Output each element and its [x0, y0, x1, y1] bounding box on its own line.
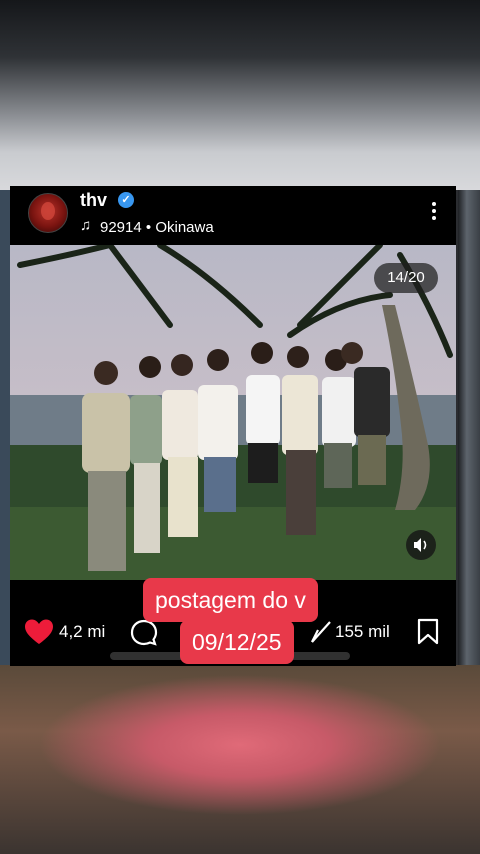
post-header: thv ✓ ♫ 92914 • Okinawa: [10, 186, 456, 244]
adjacent-post-edge-left: [0, 190, 10, 665]
subtitle-separator: •: [141, 219, 156, 236]
post-location: Okinawa: [155, 219, 214, 236]
carousel-counter: 14/20: [374, 263, 438, 293]
post-subtitle[interactable]: 92914 • Okinawa: [100, 219, 214, 236]
verified-badge-icon: ✓: [118, 192, 134, 208]
music-note-icon: ♫: [80, 217, 92, 234]
share-count[interactable]: 155 mil: [335, 622, 390, 642]
like-count[interactable]: 4,2 mi: [59, 622, 105, 642]
speaker-icon[interactable]: [406, 530, 436, 560]
heart-icon[interactable]: [24, 618, 54, 646]
blurred-background-bottom: [0, 665, 480, 854]
music-count: 92914: [100, 219, 142, 236]
overlay-caption-line1: postagem do v: [143, 578, 318, 622]
more-vertical-icon[interactable]: [432, 202, 436, 223]
comment-icon[interactable]: [130, 619, 158, 647]
group-photo-image: [10, 245, 456, 580]
post-photo[interactable]: 14/20: [10, 245, 456, 580]
bookmark-icon[interactable]: [416, 618, 440, 646]
avatar[interactable]: [28, 193, 68, 233]
adjacent-post-edge-right: [458, 190, 480, 665]
blurred-background-top: [0, 0, 480, 190]
post-username[interactable]: thv: [80, 190, 107, 211]
share-icon[interactable]: [310, 620, 332, 644]
overlay-caption-line2: 09/12/25: [180, 620, 294, 664]
